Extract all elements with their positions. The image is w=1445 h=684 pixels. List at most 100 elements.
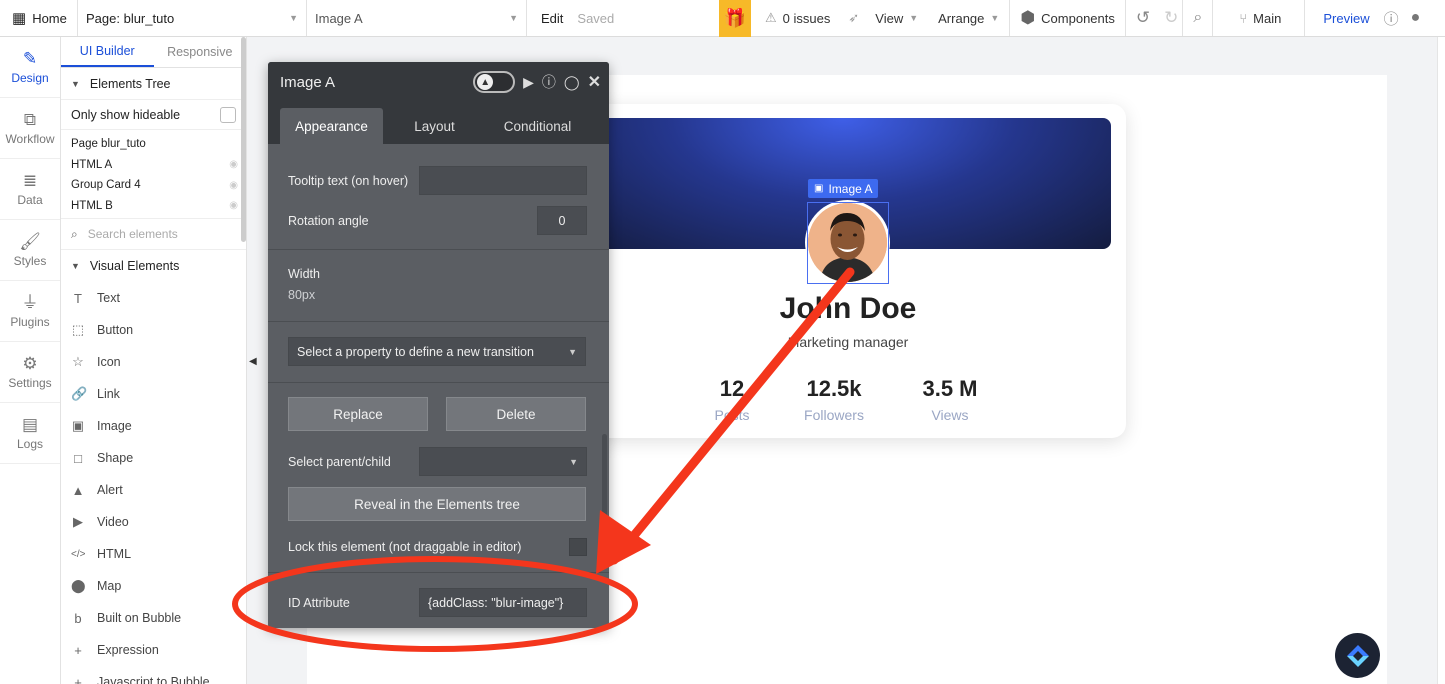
only-hideable-checkbox[interactable] [220,106,236,123]
account-icon[interactable]: ● [1403,0,1429,36]
stat-views-label: Views [931,407,969,423]
preview-button[interactable]: Preview [1305,0,1379,36]
visual-item-alert[interactable]: ▲ Alert [61,474,246,506]
profile-role: Marketing manager [787,334,909,350]
transition-select[interactable]: Select a property to define a new transi… [288,337,586,366]
issues-button[interactable]: ⚠ 0 issues [751,0,840,36]
stat-views-value: 3.5 M [922,376,978,401]
rail-item-data[interactable]: ≣ Data [0,159,60,220]
collapse-panel-icon[interactable]: ◀ [249,356,257,367]
lock-checkbox[interactable] [569,538,587,556]
visual-item-label: HTML [97,547,132,561]
tree-item[interactable]: HTML B ◉ [61,196,246,217]
visual-item-icon[interactable]: ☆ Icon [61,346,246,378]
tab-ui-builder[interactable]: UI Builder [61,37,154,67]
visual-item-built-on-bubble[interactable]: b Built on Bubble [61,602,246,634]
inspect-toggle[interactable]: ▲ [473,71,516,93]
tree-item[interactable]: Page blur_tuto [61,134,246,155]
palette-scrollbar[interactable] [241,37,246,242]
eye-icon[interactable]: ◉ [229,200,238,211]
visual-item-label: Text [97,291,120,305]
tree-item[interactable]: HTML A ◉ [61,155,246,176]
home-button[interactable]: ▦ Home [0,0,78,36]
delete-button[interactable]: Delete [446,397,586,431]
visual-item-expression[interactable]: + Expression [61,634,246,666]
tree-item-label: Page blur_tuto [71,138,146,151]
rotation-label: Rotation angle [288,213,369,228]
visual-item-label: Map [97,579,122,593]
property-editor-scrollbar[interactable] [602,434,607,564]
search-icon[interactable]: ⌕ [1182,0,1214,36]
rotation-row: Rotation angle 0 [288,206,587,235]
element-selector[interactable]: Image A ▼ [307,0,527,36]
rail-item-settings[interactable]: ⚙ Settings [0,342,60,403]
parent-child-label: Select parent/child [288,454,391,469]
element-selector-label: Image A [315,10,363,26]
property-editor-title: Image A [280,73,336,91]
eye-icon[interactable]: ◉ [229,159,238,170]
visual-item-video[interactable]: ▶ Video [61,506,246,538]
tab-conditional[interactable]: Conditional [486,108,589,144]
visual-item-button[interactable]: ⬚ Button [61,314,246,346]
visual-item-image[interactable]: ▣ Image [61,410,246,442]
visual-item-label: Icon [97,355,121,369]
arrange-label: Arrange [938,10,985,26]
database-icon: ≣ [22,170,38,190]
visual-item-html[interactable]: </> HTML [61,538,246,570]
tab-responsive[interactable]: Responsive [154,37,247,67]
undo-button[interactable]: ↺ [1126,0,1160,36]
search-elements[interactable]: ⌕ Search elements [61,218,246,250]
warning-icon: ⚠ [765,10,777,25]
branch-selector[interactable]: ⑂ Main [1213,0,1306,36]
rotation-input[interactable]: 0 [537,206,587,235]
divider [268,321,609,322]
arrange-menu[interactable]: Arrange ▼ [928,0,1009,36]
rail-item-styles[interactable]: 🖌 Styles [0,220,60,281]
eye-icon[interactable]: ◉ [229,180,238,191]
visual-item-map[interactable]: ⬤ Map [61,570,246,602]
width-value: 80px [288,288,316,302]
tab-appearance[interactable]: Appearance [280,108,383,144]
close-icon[interactable]: ✕ [588,72,601,92]
visual-item-text[interactable]: T Text [61,282,246,314]
tab-layout[interactable]: Layout [383,108,486,144]
comment-icon[interactable]: ◯ [564,74,580,91]
reveal-in-tree-button[interactable]: Reveal in the Elements tree [288,487,586,521]
parent-child-select[interactable]: ▼ [419,447,587,476]
edit-button[interactable]: Edit [541,11,563,26]
tree-item[interactable]: Group Card 4 ◉ [61,175,246,196]
gift-icon[interactable]: 🎁 [719,0,751,37]
components-button[interactable]: ⬢ Components [1009,0,1126,36]
replace-button[interactable]: Replace [288,397,428,431]
chevron-down-icon: ▼ [909,13,919,23]
id-attribute-input[interactable]: {addClass: "blur-image"} [419,588,587,617]
tree-item-label: Group Card 4 [71,179,141,192]
help-icon[interactable]: ⓘ [1380,0,1403,36]
rail-item-plugins[interactable]: ⏚ Plugins [0,281,60,342]
elements-tree-header[interactable]: ▼ Elements Tree [61,68,246,100]
rail-item-workflow[interactable]: ⧉ Workflow [0,98,60,159]
alert-icon: ▲ [71,482,85,498]
visual-item-javascript[interactable]: + Javascript to Bubble [61,666,246,684]
rail-item-design[interactable]: ✎ Design [0,37,60,98]
page-selector[interactable]: Page: blur_tuto ▼ [78,0,307,36]
visual-item-label: Expression [97,643,159,657]
visual-item-link[interactable]: 🔗 Link [61,378,246,410]
info-icon[interactable]: ⓘ [542,72,556,92]
redo-button[interactable]: ↻ [1160,0,1182,36]
visual-item-shape[interactable]: □ Shape [61,442,246,474]
canvas-scrollbar[interactable] [1437,37,1445,684]
transition-select-label: Select a property to define a new transi… [297,344,534,359]
palette-tabs: UI Builder Responsive [61,37,246,68]
profile-name: John Doe [779,292,917,325]
view-menu[interactable]: ➶ View ▼ [840,0,928,36]
play-icon[interactable]: ▶ [523,74,534,91]
document-icon: ▤ [21,414,39,434]
selection-tag-label: Image A [828,181,873,196]
rail-item-logs[interactable]: ▤ Logs [0,403,60,464]
chevron-down-icon: ▼ [289,13,298,23]
tooltip-input[interactable] [419,166,587,195]
property-editor-header[interactable]: Image A ▲ ▶ ⓘ ◯ ✕ [268,62,609,102]
visual-elements-header[interactable]: ▼ Visual Elements [61,250,246,282]
help-chat-button[interactable] [1335,633,1380,678]
